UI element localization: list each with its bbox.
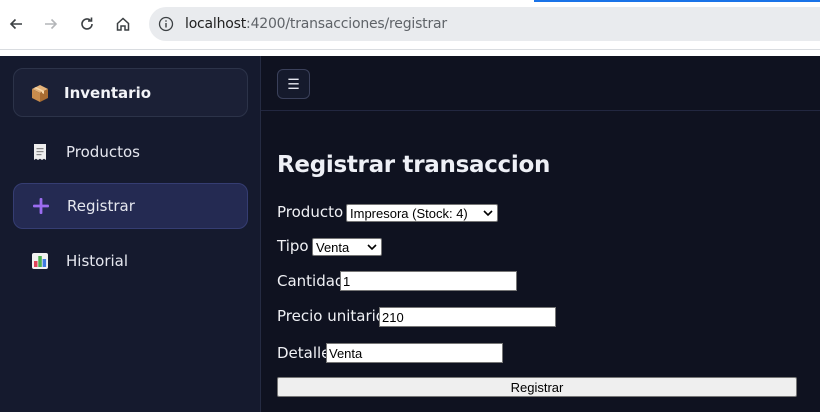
topbar: ☰ [261, 56, 820, 111]
sidebar-item-label: Historial [66, 252, 129, 270]
tipo-select-value: Venta [316, 239, 350, 255]
forward-icon[interactable] [38, 11, 64, 37]
tipo-label: Tipo [277, 237, 309, 255]
hamburger-icon: ☰ [287, 75, 300, 92]
package-icon [30, 83, 50, 103]
page-title: Registrar transaccion [277, 152, 551, 178]
page-load-progress [534, 0, 820, 2]
menu-toggle-button[interactable]: ☰ [277, 69, 310, 99]
detalle-input[interactable]: Venta [326, 343, 503, 363]
brand-label: Inventario [64, 83, 152, 102]
producto-select-value: Impresora (Stock: 4) [350, 205, 468, 221]
reload-icon[interactable] [74, 11, 100, 37]
home-icon[interactable] [110, 11, 136, 37]
tipo-select[interactable]: Venta [312, 238, 382, 256]
receipt-icon [31, 143, 49, 161]
sidebar-item-registrar[interactable]: Registrar [13, 183, 248, 229]
registrar-button[interactable]: Registrar [277, 377, 797, 397]
url-text: localhost:4200/transacciones/registrar [185, 16, 447, 32]
producto-label: Producto [277, 203, 344, 221]
sidebar-item-productos[interactable]: Productos [13, 129, 248, 175]
precio-unitario-label: Precio unitario [277, 307, 385, 325]
back-icon[interactable] [3, 11, 29, 37]
sidebar-item-label: Registrar [67, 197, 135, 215]
plus-icon [32, 197, 50, 215]
sidebar-item-historial[interactable]: Historial [13, 238, 248, 284]
cantidad-label: Cantidad [277, 272, 345, 290]
brand[interactable]: Inventario [13, 68, 248, 117]
site-info-icon[interactable] [158, 16, 174, 32]
bar-chart-icon [31, 252, 49, 270]
producto-select[interactable]: Impresora (Stock: 4) [346, 204, 498, 222]
browser-toolbar: localhost:4200/transacciones/registrar [0, 0, 820, 50]
main-content: ☰ Registrar transaccion Producto Impreso… [261, 56, 820, 412]
browser-divider [0, 49, 820, 50]
chevron-down-icon [483, 210, 493, 217]
precio-unitario-input[interactable]: 210 [379, 307, 556, 327]
detalle-label: Detalle [277, 344, 331, 362]
cantidad-input[interactable]: 1 [340, 271, 517, 291]
address-bar[interactable]: localhost:4200/transacciones/registrar [149, 7, 820, 41]
sidebar-item-label: Productos [66, 143, 140, 161]
chevron-down-icon [367, 244, 377, 251]
sidebar: Inventario Productos Registrar Historial [0, 56, 261, 412]
app-shell: Inventario Productos Registrar Historial… [0, 56, 820, 412]
